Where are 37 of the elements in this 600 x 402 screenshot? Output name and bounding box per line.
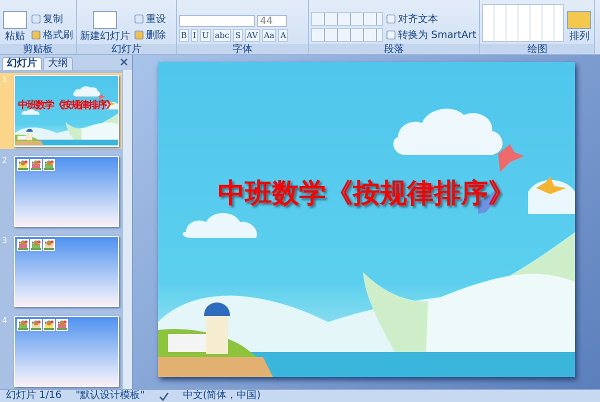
format-button[interactable]: abc [212, 29, 232, 42]
shapes-gallery[interactable] [482, 4, 564, 42]
slide-number: 3 [2, 236, 8, 247]
status-text: "默认设计模板" [76, 390, 145, 402]
ribbon-button[interactable]: 重设 [133, 12, 167, 26]
panel-tab[interactable]: 幻灯片 [2, 57, 42, 70]
slide-number: 4 [2, 316, 8, 328]
align-buttons-drawing [311, 28, 383, 42]
group-label: 字体 [177, 44, 308, 54]
format-button[interactable]: A [278, 29, 288, 42]
format-button[interactable]: U [200, 29, 211, 42]
ribbon-button[interactable]: 转换为 SmartArt [385, 28, 478, 42]
format-button[interactable]: I [190, 29, 198, 42]
slide-number: 2 [2, 156, 8, 167]
scrollbar[interactable] [122, 70, 132, 390]
format-button[interactable]: B [179, 29, 189, 42]
ribbon-button[interactable]: 对齐文本 [385, 12, 478, 26]
spelling-check-icon[interactable] [158, 392, 169, 401]
format-button[interactable]: AV [244, 29, 260, 42]
ribbon-button[interactable]: 复制 [30, 12, 74, 26]
group-label: 段落 [309, 44, 480, 54]
new-slide-button[interactable]: 新建幻灯片 [79, 11, 131, 42]
slide-number: 1 [2, 75, 8, 86]
group-label: 绘图 [480, 44, 594, 54]
format-button[interactable]: S [233, 29, 243, 42]
group-label: 剪贴板 [0, 44, 76, 54]
close-icon[interactable] [120, 58, 128, 66]
ribbon-button[interactable]: 删除 [133, 28, 167, 42]
ribbon-button[interactable]: 格式刷 [30, 28, 74, 42]
format-button[interactable]: Aa [262, 29, 276, 42]
font-name-field[interactable] [179, 15, 255, 27]
thumbnail-title: 中班数学《按规律排序》 [17, 98, 116, 112]
panel-tab[interactable]: 大纲 [43, 57, 73, 70]
group-label: 幻灯片 [77, 44, 176, 54]
list-buttons-drawing [311, 12, 383, 26]
status-text: 幻灯片 1/16 [6, 390, 62, 402]
font-size-field[interactable]: 44 [257, 15, 287, 27]
